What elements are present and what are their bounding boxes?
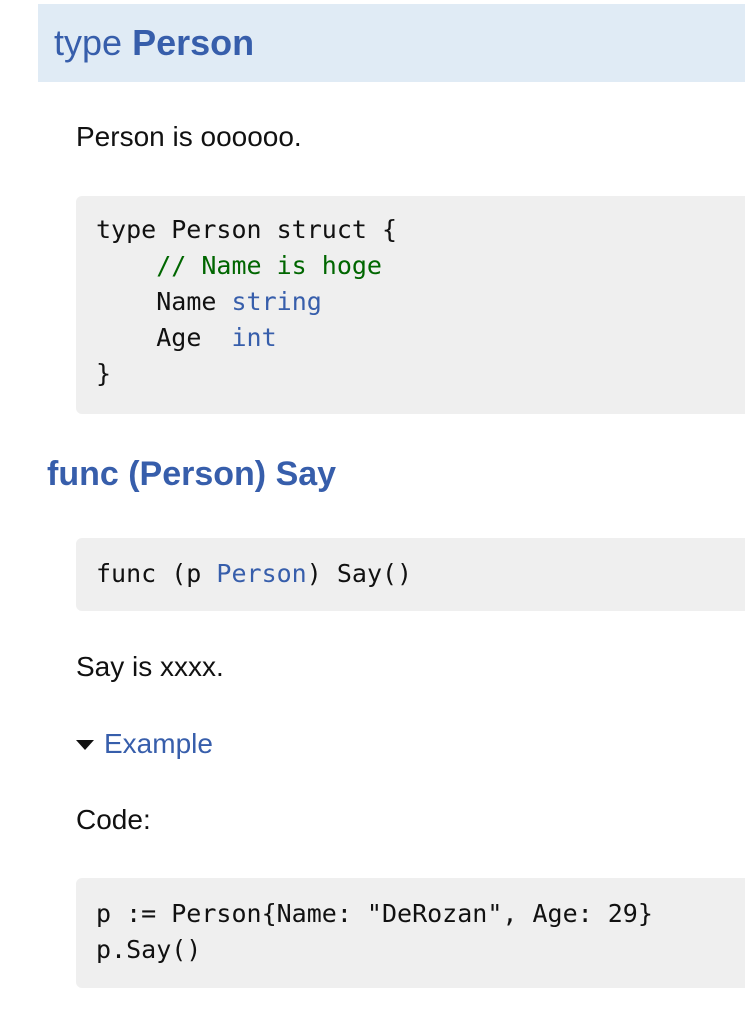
type-name: Person [132,22,255,63]
method-description: Say is xxxx. [76,651,224,682]
code-field-name-type: string [231,287,322,316]
example-toggle[interactable]: Example [76,725,213,763]
example-code-line-1: p := Person{Name: "DeRozan", Age: 29} [96,899,653,928]
type-code: type Person struct { // Name is hoge Nam… [96,212,745,392]
type-description: Person is oooooo. [76,121,302,152]
signature-prefix: func (p [96,559,217,588]
code-closing-brace: } [96,359,112,388]
signature-receiver-type[interactable]: Person [216,559,306,588]
example-code-line-2: p.Say() [96,935,202,964]
type-code-block: type Person struct { // Name is hoge Nam… [76,196,745,414]
code-field-age: Age [156,323,202,352]
example-toggle-label[interactable]: Example [104,727,213,761]
method-heading: func (Person) Say [47,455,337,493]
code-comment: // Name is hoge [156,251,382,280]
example-code-block: p := Person{Name: "DeRozan", Age: 29} p.… [76,878,745,988]
code-field-name: Name [156,287,217,316]
code-field-age-type: int [231,323,277,352]
type-heading: type Person [54,22,254,64]
type-header-bar: type Person [38,4,745,82]
method-signature-block: func (p Person) Say() [76,538,745,611]
caret-down-icon [76,740,94,750]
code-line-type-decl: type Person struct { [96,215,398,244]
signature-suffix: ) Say() [306,559,413,588]
method-signature: func (p Person) Say() [96,556,745,592]
code-label: Code: [76,804,151,835]
type-keyword: type [54,22,123,63]
example-code: p := Person{Name: "DeRozan", Age: 29} p.… [96,896,745,968]
